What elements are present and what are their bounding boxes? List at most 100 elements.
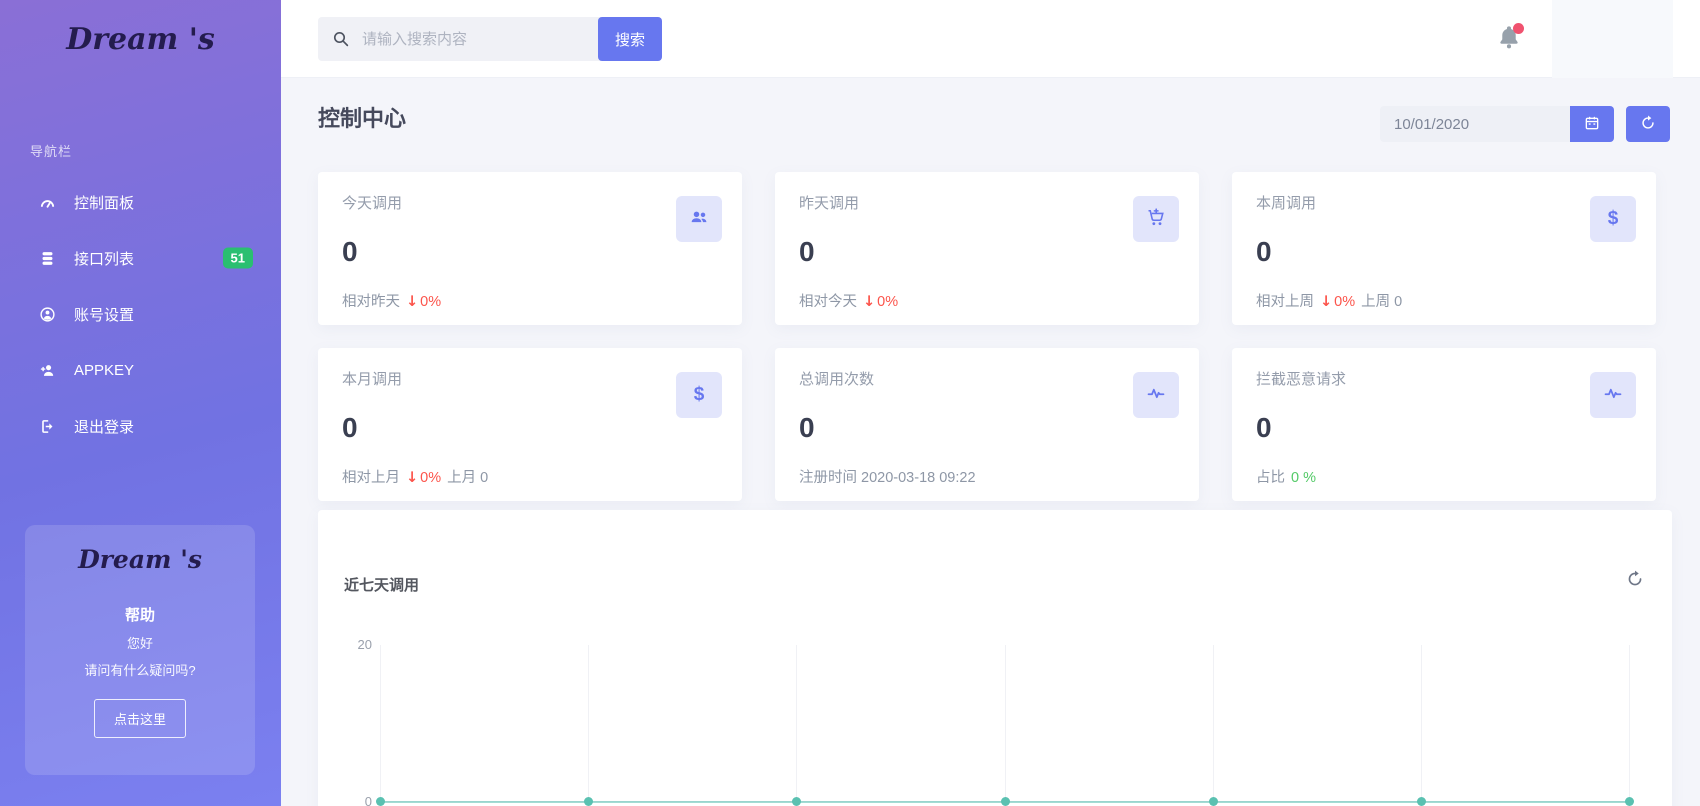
chart-data-point <box>1001 797 1010 806</box>
search-input[interactable] <box>318 17 601 61</box>
sidebar-item-label: 退出登录 <box>74 416 134 437</box>
dollar-icon: $ <box>694 384 705 406</box>
y-axis-tick-max: 20 <box>346 637 372 652</box>
sidebar-item-api-list[interactable]: 接口列表 51 <box>0 230 281 286</box>
card-title: 拦截恶意请求 <box>1256 368 1632 389</box>
card-title: 本周调用 <box>1256 192 1632 213</box>
arrow-down-icon: ↓ <box>863 294 875 310</box>
topbar: 搜索 <box>281 0 1700 78</box>
card-foot-label: 相对今天 <box>799 294 857 310</box>
page-title: 控制中心 <box>318 101 406 133</box>
card-foot-extra: 上月 0 <box>447 470 488 486</box>
card-footer: 相对昨天 ↓0% <box>342 290 718 311</box>
card-title: 昨天调用 <box>799 192 1175 213</box>
sidebar-item-label: APPKEY <box>74 362 134 379</box>
delta-down: ↓0% <box>406 294 441 310</box>
delta-down: ↓0% <box>863 294 898 310</box>
notifications-bell-button[interactable] <box>1496 23 1524 55</box>
search-button[interactable]: 搜索 <box>598 17 662 61</box>
card-foot-label: 占比 <box>1256 470 1285 486</box>
sidebar-section-label: 导航栏 <box>30 141 72 160</box>
refresh-icon <box>1640 115 1656 134</box>
date-filter-group <box>1380 106 1670 142</box>
card-value: 0 <box>799 412 1175 444</box>
y-axis-tick-min: 0 <box>346 794 372 806</box>
card-icon-tile <box>1133 196 1179 242</box>
database-icon <box>38 249 56 267</box>
stat-card-week-calls: 本周调用 0 相对上周 ↓0% 上周 0 $ <box>1232 172 1656 325</box>
stat-card-yesterday-calls: 昨天调用 0 相对今天 ↓0% <box>775 172 1199 325</box>
calendar-icon <box>1584 115 1600 134</box>
chart-data-point <box>376 797 385 806</box>
arrow-down-icon: ↓ <box>406 470 418 486</box>
pulse-icon <box>1603 383 1623 408</box>
card-foot-label: 相对昨天 <box>342 294 400 310</box>
card-foot-extra: 上周 0 <box>1361 294 1402 310</box>
line-chart: 200 <box>380 645 1629 802</box>
card-footer: 相对上月 ↓0% 上月 0 <box>342 466 718 487</box>
chart-gridline <box>380 645 381 802</box>
card-foot-percent: 0 % <box>1291 470 1316 486</box>
card-icon-tile: $ <box>676 372 722 418</box>
refresh-icon <box>1626 575 1644 592</box>
logout-icon <box>38 417 56 435</box>
arrow-down-icon: ↓ <box>1320 294 1332 310</box>
sidebar-item-dashboard[interactable]: 控制面板 <box>0 174 281 230</box>
card-foot-label: 相对上月 <box>342 470 400 486</box>
card-foot-label: 注册时间 2020-03-18 09:22 <box>799 470 976 486</box>
chart-data-point <box>792 797 801 806</box>
date-input[interactable] <box>1380 106 1570 142</box>
chart-data-point <box>584 797 593 806</box>
chart-data-point <box>1417 797 1426 806</box>
chart-data-point <box>1625 797 1634 806</box>
sidebar-logo[interactable]: Dream 's <box>0 22 281 57</box>
calendar-button[interactable] <box>1570 106 1614 142</box>
notification-dot <box>1513 23 1524 34</box>
card-title: 本月调用 <box>342 368 718 389</box>
sidebar-item-label: 接口列表 <box>74 248 134 269</box>
user-icon <box>38 305 56 323</box>
delta-down: ↓0% <box>1320 294 1355 310</box>
sidebar-item-account-settings[interactable]: 账号设置 <box>0 286 281 342</box>
sidebar-item-appkey[interactable]: APPKEY <box>0 342 281 398</box>
delta-down: ↓0% <box>406 470 441 486</box>
dashboard-page: Dream 's 导航栏 控制面板 接口列表 51 账号设置 APPKEY <box>0 0 1700 806</box>
card-value: 0 <box>342 412 718 444</box>
search-icon <box>332 30 350 48</box>
card-icon-tile: $ <box>1590 196 1636 242</box>
search-group: 搜索 <box>318 17 662 61</box>
chart-gridline <box>1213 645 1214 802</box>
chart-gridline <box>588 645 589 802</box>
card-footer: 注册时间 2020-03-18 09:22 <box>799 466 1175 487</box>
stat-card-today-calls: 今天调用 0 相对昨天↓0% <box>318 172 742 325</box>
card-footer: 相对上周 ↓0% 上周 0 <box>1256 290 1632 311</box>
stat-card-month-calls: 本月调用 0 相对上月 ↓0% 上月 0 $ <box>318 348 742 501</box>
chart-gridline <box>1629 645 1630 802</box>
card-value: 0 <box>342 236 718 268</box>
chart-title: 近七天调用 <box>344 574 419 595</box>
card-value: 0 <box>1256 236 1632 268</box>
help-card-line1: 您好 <box>25 633 255 652</box>
users-icon <box>689 207 709 232</box>
card-icon-tile <box>1133 372 1179 418</box>
sidebar-item-label: 控制面板 <box>74 192 134 213</box>
help-card-button[interactable]: 点击这里 <box>94 699 186 738</box>
api-count-badge: 51 <box>223 248 253 269</box>
card-foot-label: 相对上周 <box>1256 294 1314 310</box>
card-footer: 占比 0 % <box>1256 466 1632 487</box>
card-value: 0 <box>799 236 1175 268</box>
help-card-line2: 请问有什么疑问吗? <box>25 660 255 679</box>
card-icon-tile <box>1590 372 1636 418</box>
dollar-icon: $ <box>1608 208 1619 230</box>
arrow-down-icon: ↓ <box>406 294 418 310</box>
stat-card-total-calls: 总调用次数 0 注册时间 2020-03-18 09:22 <box>775 348 1199 501</box>
card-icon-tile <box>676 196 722 242</box>
bell-icon <box>1496 38 1522 55</box>
help-card-logo: Dream 's <box>25 545 255 574</box>
cart-plus-icon <box>1146 207 1166 232</box>
sidebar-item-logout[interactable]: 退出登录 <box>0 398 281 454</box>
topbar-user-area[interactable] <box>1552 0 1673 78</box>
sidebar-item-label: 账号设置 <box>74 304 134 325</box>
refresh-button[interactable] <box>1626 106 1670 142</box>
chart-refresh-button[interactable] <box>1626 570 1646 590</box>
